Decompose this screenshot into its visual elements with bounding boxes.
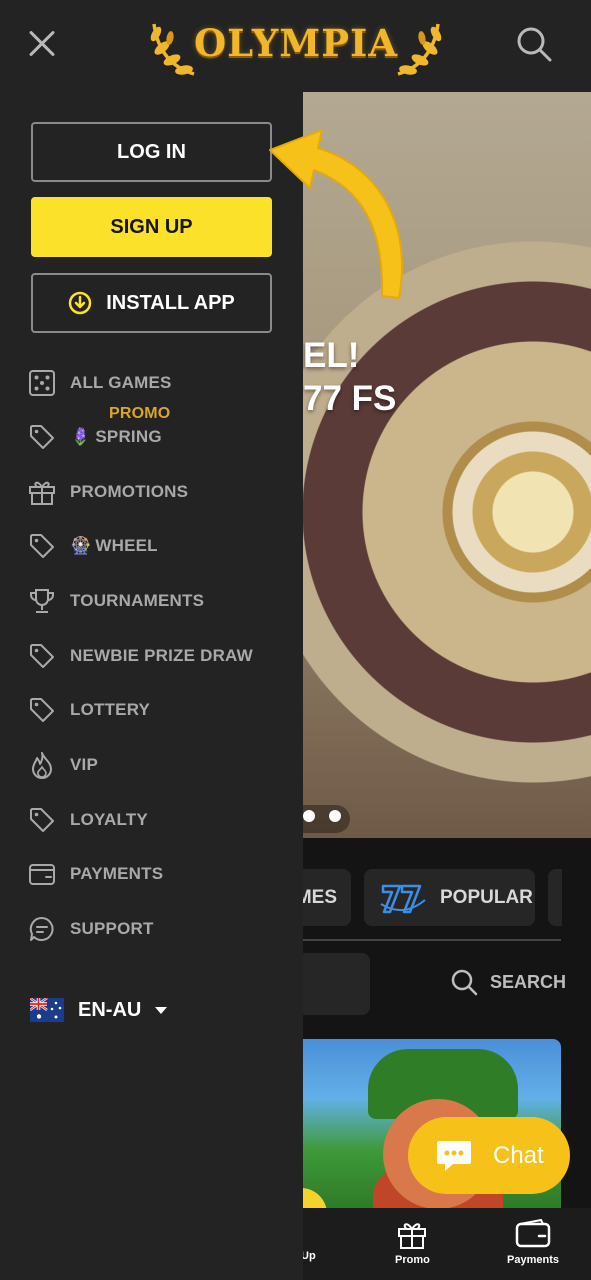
- close-menu-button[interactable]: [22, 24, 62, 64]
- menu-item-spring[interactable]: PROMO 🪻 SPRING: [0, 405, 303, 460]
- menu-item-support[interactable]: SUPPORT: [0, 906, 303, 952]
- menu-item-label: ALL GAMES: [70, 373, 172, 392]
- menu-item-label: LOYALTY: [70, 810, 148, 829]
- arrow-pointer-icon: [269, 129, 403, 299]
- trophy-icon: [30, 589, 54, 613]
- laurel-left-icon: [150, 23, 195, 76]
- menu-item-newbie-prize-draw[interactable]: NEWBIE PRIZE DRAW: [0, 633, 303, 679]
- menu-item-label-wrap: 🎡 WHEEL: [70, 536, 158, 556]
- bottom-nav-label: Promo: [395, 1254, 430, 1266]
- top-header: OLYMPIA: [0, 0, 591, 92]
- menu-item-label: SPRING: [95, 427, 162, 446]
- logo-text: OLYMPIA: [193, 21, 399, 65]
- search-link[interactable]: SEARCH: [450, 968, 566, 996]
- site-logo[interactable]: OLYMPIA: [146, 10, 446, 76]
- gift-icon: [398, 1223, 427, 1249]
- menu-item-label: WHEEL: [95, 536, 158, 555]
- menu-item-label: PAYMENTS: [70, 864, 164, 883]
- sevens-icon: [380, 884, 426, 913]
- menu-item-promotions[interactable]: PROMOTIONS: [0, 469, 303, 515]
- tag-icon: [30, 425, 54, 449]
- menu-item-label: VIP: [70, 755, 99, 774]
- signup-button[interactable]: SIGN UP: [31, 197, 272, 257]
- menu-item-lottery[interactable]: LOTTERY: [0, 687, 303, 733]
- login-button[interactable]: LOG IN: [31, 122, 272, 182]
- laurel-right-icon: [397, 23, 442, 76]
- menu-item-label: NEWBIE PRIZE DRAW: [70, 646, 253, 665]
- hyacinth-icon: 🪻: [70, 427, 92, 446]
- dice-icon: [29, 370, 55, 396]
- menu-item-label: LOTTERY: [70, 700, 151, 719]
- bottom-nav: Up Promo Payments: [301, 1208, 591, 1280]
- tag-icon: [30, 534, 54, 558]
- bottom-nav-item-payments[interactable]: Payments: [507, 1218, 559, 1266]
- menu-item-label: PROMOTIONS: [70, 482, 189, 501]
- hero-title-line2: 77 FS: [303, 379, 397, 418]
- menu-item-tournaments[interactable]: TOURNAMENTS: [0, 578, 303, 624]
- bottom-nav-item-signup[interactable]: Up: [301, 1250, 316, 1262]
- bottom-nav-label: Up: [301, 1250, 316, 1262]
- tag-icon: [30, 808, 54, 832]
- menu-item-loyalty[interactable]: LOYALTY: [0, 797, 303, 843]
- chat-bubble-icon: [437, 1140, 471, 1171]
- chat-button[interactable]: Chat: [408, 1117, 570, 1194]
- menu-item-label-wrap: PROMO 🪻 SPRING: [70, 405, 170, 447]
- login-button-label: LOG IN: [117, 140, 186, 163]
- install-app-button[interactable]: INSTALL APP: [31, 273, 272, 333]
- menu-item-wheel[interactable]: 🎡 WHEEL: [0, 523, 303, 569]
- menu-item-all-games[interactable]: ALL GAMES: [0, 360, 303, 406]
- tab-label: POPULAR: [440, 886, 533, 908]
- wallet-icon: [515, 1218, 551, 1248]
- menu-item-vip[interactable]: VIP: [0, 742, 303, 788]
- tabs-divider: [303, 939, 561, 941]
- wallet-icon: [29, 864, 55, 885]
- language-selector[interactable]: EN-AU: [30, 998, 168, 1022]
- carousel-dot[interactable]: [329, 810, 341, 822]
- menu-item-payments[interactable]: PAYMENTS: [0, 851, 303, 897]
- carousel-dot[interactable]: [303, 810, 315, 822]
- search-field-partial[interactable]: [303, 953, 370, 1015]
- tab-popular[interactable]: POPULAR: [364, 869, 535, 926]
- gift-icon: [29, 481, 55, 505]
- menu-item-label: TOURNAMENTS: [70, 591, 205, 610]
- chat-bubble-icon: [29, 916, 54, 941]
- bottom-nav-item-promo[interactable]: Promo: [395, 1218, 430, 1266]
- signup-button-label: SIGN UP: [110, 215, 193, 238]
- search-link-label: SEARCH: [490, 971, 567, 992]
- ferris-wheel-icon: 🎡: [70, 536, 92, 555]
- search-icon: [451, 969, 478, 996]
- language-label: EN-AU: [78, 998, 142, 1021]
- bottom-nav-label: Payments: [507, 1254, 559, 1266]
- hero-title-line1: EL!: [303, 336, 360, 375]
- chevron-down-icon: [155, 1006, 168, 1014]
- chat-button-label: Chat: [493, 1141, 544, 1169]
- promo-tag: PROMO: [109, 405, 171, 422]
- tab-games-partial[interactable]: MES: [296, 869, 351, 926]
- menu-item-label: SUPPORT: [70, 919, 154, 938]
- flame-icon: [32, 752, 52, 779]
- download-icon: [68, 291, 92, 315]
- side-drawer: LOG IN SIGN UP INSTALL APP ALL GAMES PRO…: [0, 92, 303, 1280]
- carousel-dot-group: [303, 810, 341, 822]
- install-app-label: INSTALL APP: [106, 291, 235, 314]
- tag-icon: [30, 698, 54, 722]
- search-icon[interactable]: [514, 24, 554, 64]
- tag-icon: [30, 644, 54, 668]
- tab-next-partial[interactable]: [548, 869, 562, 926]
- australia-flag-icon: [30, 998, 64, 1022]
